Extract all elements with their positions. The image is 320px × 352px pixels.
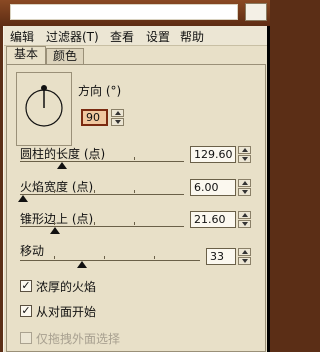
cylinder-length-stepper[interactable] <box>238 146 251 163</box>
chevron-up-icon[interactable] <box>238 179 251 187</box>
direction-label: 方向 (°) <box>78 84 122 98</box>
chevron-down-icon[interactable] <box>238 257 251 265</box>
cylinder-length-track <box>20 161 184 162</box>
direction-stepper[interactable] <box>111 109 124 126</box>
move-slider[interactable] <box>77 261 87 268</box>
start-opposite-checkbox[interactable]: ✓ <box>20 305 32 317</box>
cone-edge-label: 锥形边上 (点) <box>20 212 94 226</box>
tab-basic[interactable]: 基本 <box>6 46 46 65</box>
menu-edit[interactable]: 编辑 <box>10 28 34 45</box>
direction-input[interactable]: 90 <box>81 109 108 126</box>
cone-edge-input[interactable]: 21.60 <box>190 211 236 228</box>
chevron-up-icon[interactable] <box>238 211 251 219</box>
cylinder-length-input[interactable]: 129.60 <box>190 146 236 163</box>
flame-width-label: 火焰宽度 (点) <box>20 180 94 194</box>
dialog-window: 编辑 过滤器(T) 查看 设置 帮助 基本 颜色 方向 (°) 90 圆柱的长度… <box>3 26 267 352</box>
start-opposite-label: 从对面开始 <box>36 305 97 319</box>
cone-edge-slider[interactable] <box>50 227 60 234</box>
drag-outside-label: 仅拖拽外面选择 <box>36 332 121 346</box>
tick <box>54 256 55 259</box>
cone-edge-track <box>20 226 184 227</box>
tick <box>134 190 135 193</box>
flame-width-input[interactable]: 6.00 <box>190 179 236 196</box>
flame-width-track <box>20 194 184 195</box>
cylinder-length-slider[interactable] <box>57 162 67 169</box>
chevron-down-icon[interactable] <box>238 155 251 163</box>
direction-dial[interactable] <box>17 73 71 145</box>
move-label: 移动 <box>20 244 45 258</box>
thick-flame-checkbox[interactable]: ✓ <box>20 280 32 292</box>
flame-width-stepper[interactable] <box>238 179 251 196</box>
direction-dial-frame <box>16 72 72 146</box>
move-input[interactable]: 33 <box>206 248 236 265</box>
tick <box>134 222 135 225</box>
menu-view[interactable]: 查看 <box>110 28 134 45</box>
title-field <box>10 4 238 20</box>
chevron-down-icon[interactable] <box>238 220 251 228</box>
move-track <box>20 260 200 261</box>
cylinder-length-label: 圆柱的长度 (点) <box>20 147 106 161</box>
move-stepper[interactable] <box>238 248 251 265</box>
menu-settings[interactable]: 设置 <box>146 28 170 45</box>
drag-outside-checkbox <box>20 332 32 344</box>
menu-filter[interactable]: 过滤器(T) <box>46 28 99 45</box>
tick <box>94 157 95 160</box>
thick-flame-label: 浓厚的火焰 <box>36 280 97 294</box>
window-button[interactable] <box>245 3 267 21</box>
tab-strip: 基本 颜色 <box>4 46 267 65</box>
cone-edge-stepper[interactable] <box>238 211 251 228</box>
flame-width-slider[interactable] <box>18 195 28 202</box>
menu-bar: 编辑 过滤器(T) 查看 设置 帮助 <box>4 26 267 46</box>
tick <box>54 157 55 160</box>
chevron-down-icon[interactable] <box>111 118 124 126</box>
tick <box>54 222 55 225</box>
chevron-up-icon[interactable] <box>111 109 124 117</box>
tick <box>154 256 155 259</box>
tab-color[interactable]: 颜色 <box>46 48 84 64</box>
tick <box>54 190 55 193</box>
chevron-up-icon[interactable] <box>238 248 251 256</box>
tick <box>134 157 135 160</box>
menu-help[interactable]: 帮助 <box>180 28 204 45</box>
title-bar <box>0 0 270 28</box>
tick <box>104 256 105 259</box>
chevron-up-icon[interactable] <box>238 146 251 154</box>
tick <box>94 222 95 225</box>
tick <box>94 190 95 193</box>
chevron-down-icon[interactable] <box>238 188 251 196</box>
